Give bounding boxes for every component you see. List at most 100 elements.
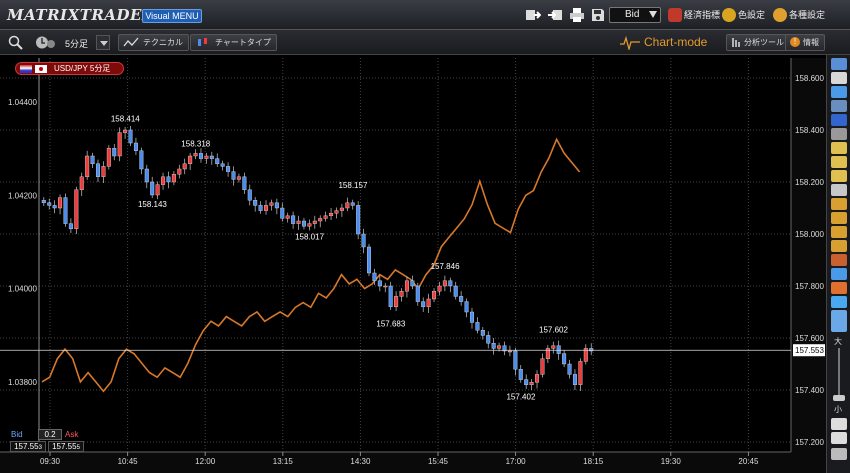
- time-axis-tick: 20:45: [738, 457, 759, 466]
- timeframe-dropdown[interactable]: [96, 35, 110, 50]
- fib-arc-icon[interactable]: [831, 226, 847, 238]
- app-logo: MATRIXTRADER: [7, 6, 155, 24]
- bid-price-main: 157.55: [14, 442, 39, 451]
- color-bar-icon[interactable]: [831, 310, 847, 332]
- chart-mode-text: Chart-mode: [644, 35, 708, 49]
- export-icon[interactable]: [525, 7, 541, 23]
- price-type-value: Bid: [625, 9, 640, 20]
- price-annotation: 158.157: [338, 181, 367, 190]
- candle: [323, 215, 328, 219]
- shape-icon[interactable]: [831, 282, 847, 294]
- layout-icon[interactable]: [831, 432, 847, 444]
- right-axis-tick: 157.400: [795, 386, 824, 395]
- time-axis-tick: 13:15: [273, 457, 294, 466]
- crosshair-icon[interactable]: [831, 100, 847, 112]
- ask-price-main: 157.55: [52, 442, 77, 451]
- price-type-select[interactable]: Bid: [609, 7, 661, 23]
- candle: [264, 205, 269, 211]
- candle: [529, 382, 534, 386]
- technical-button[interactable]: テクニカル: [118, 34, 189, 51]
- candle: [513, 350, 518, 370]
- reset-icon[interactable]: [831, 448, 847, 460]
- candle: [247, 189, 252, 201]
- candle: [231, 171, 236, 180]
- candle: [161, 176, 166, 185]
- right-axis-tick: 158.000: [795, 230, 824, 239]
- text-icon[interactable]: [831, 268, 847, 280]
- time-axis-tick: 09:30: [40, 457, 61, 466]
- right-axis-tick: 157.800: [795, 282, 824, 291]
- info-label: 情報: [803, 38, 819, 47]
- ask-price[interactable]: 157.555: [48, 441, 84, 452]
- analysis-tools-button[interactable]: 分析ツール: [726, 34, 790, 51]
- zoom-slider-handle[interactable]: [833, 395, 845, 401]
- candle: [301, 220, 306, 227]
- horizontal-line-icon[interactable]: [831, 156, 847, 168]
- bid-price[interactable]: 157.553: [10, 441, 46, 452]
- bell-icon[interactable]: [831, 86, 847, 98]
- fib-time-icon[interactable]: [831, 240, 847, 252]
- settings-button[interactable]: 各種設定: [773, 7, 825, 23]
- trendline-icon[interactable]: [831, 142, 847, 154]
- candle: [475, 322, 480, 331]
- mail-icon[interactable]: [831, 58, 847, 70]
- candle: [453, 285, 458, 297]
- candle: [535, 374, 540, 383]
- price-annotation: 158.143: [138, 200, 167, 209]
- candle: [312, 220, 317, 224]
- clock-icon: [36, 36, 55, 49]
- time-axis-tick: 10:45: [118, 457, 139, 466]
- us-flag-icon: [20, 65, 32, 73]
- fib-fan-icon[interactable]: [831, 212, 847, 224]
- channel-icon[interactable]: [831, 184, 847, 196]
- bid-ask-panel: Bid 0.2 Ask 157.553 157.555: [8, 428, 84, 452]
- zoom-out-label: 小: [834, 405, 842, 414]
- economic-indicators-button[interactable]: 経済指標: [668, 7, 720, 23]
- candle: [486, 335, 491, 344]
- grid-icon[interactable]: [831, 418, 847, 430]
- ask-label: Ask: [65, 430, 79, 439]
- bid-price-pip: 3: [38, 445, 42, 451]
- candle: [236, 176, 241, 180]
- candle: [377, 280, 382, 287]
- gear-icon: [773, 8, 787, 22]
- candle: [220, 163, 225, 167]
- cursor-icon[interactable]: [831, 72, 847, 84]
- diamond-icon[interactable]: [831, 296, 847, 308]
- candle: [166, 176, 171, 183]
- vertical-line-icon[interactable]: [831, 170, 847, 182]
- zoom-slider-track[interactable]: [838, 348, 840, 400]
- candle: [464, 301, 469, 313]
- delete-icon[interactable]: [831, 114, 847, 126]
- fibonacci-icon[interactable]: [831, 198, 847, 210]
- zoom-icon[interactable]: [7, 35, 25, 50]
- candle: [497, 345, 502, 349]
- save-icon[interactable]: [590, 7, 606, 23]
- color-settings-button[interactable]: 色設定: [722, 7, 765, 23]
- candle: [459, 296, 464, 302]
- print-icon[interactable]: [569, 7, 585, 23]
- economic-indicators-label: 経済指標: [684, 10, 721, 20]
- candle: [383, 285, 388, 288]
- time-axis-tick: 17:00: [506, 457, 527, 466]
- candle: [101, 166, 106, 177]
- chart-type-button[interactable]: チャートタイプ: [190, 34, 277, 51]
- candle: [334, 210, 339, 214]
- visual-menu-button[interactable]: Visual MENU: [142, 9, 202, 23]
- candle: [41, 199, 46, 203]
- candle: [361, 233, 366, 248]
- candle: [133, 142, 138, 152]
- gann-icon[interactable]: [831, 254, 847, 266]
- candle: [253, 199, 258, 206]
- price-chart[interactable]: 158.600 158.400 158.200 158.000 157.800 157.6…: [0, 55, 826, 473]
- timeframe-label[interactable]: 5分足: [65, 37, 88, 50]
- pointer-icon[interactable]: [831, 128, 847, 140]
- pair-badge[interactable]: USD/JPY 5分足: [15, 62, 124, 75]
- candle: [63, 197, 68, 224]
- import-icon[interactable]: [547, 7, 563, 23]
- info-button[interactable]: ! 情報: [785, 34, 825, 51]
- candle: [296, 220, 301, 224]
- candle: [215, 158, 220, 165]
- price-annotation: 158.414: [111, 114, 140, 123]
- time-axis-tick: 18:15: [583, 457, 604, 466]
